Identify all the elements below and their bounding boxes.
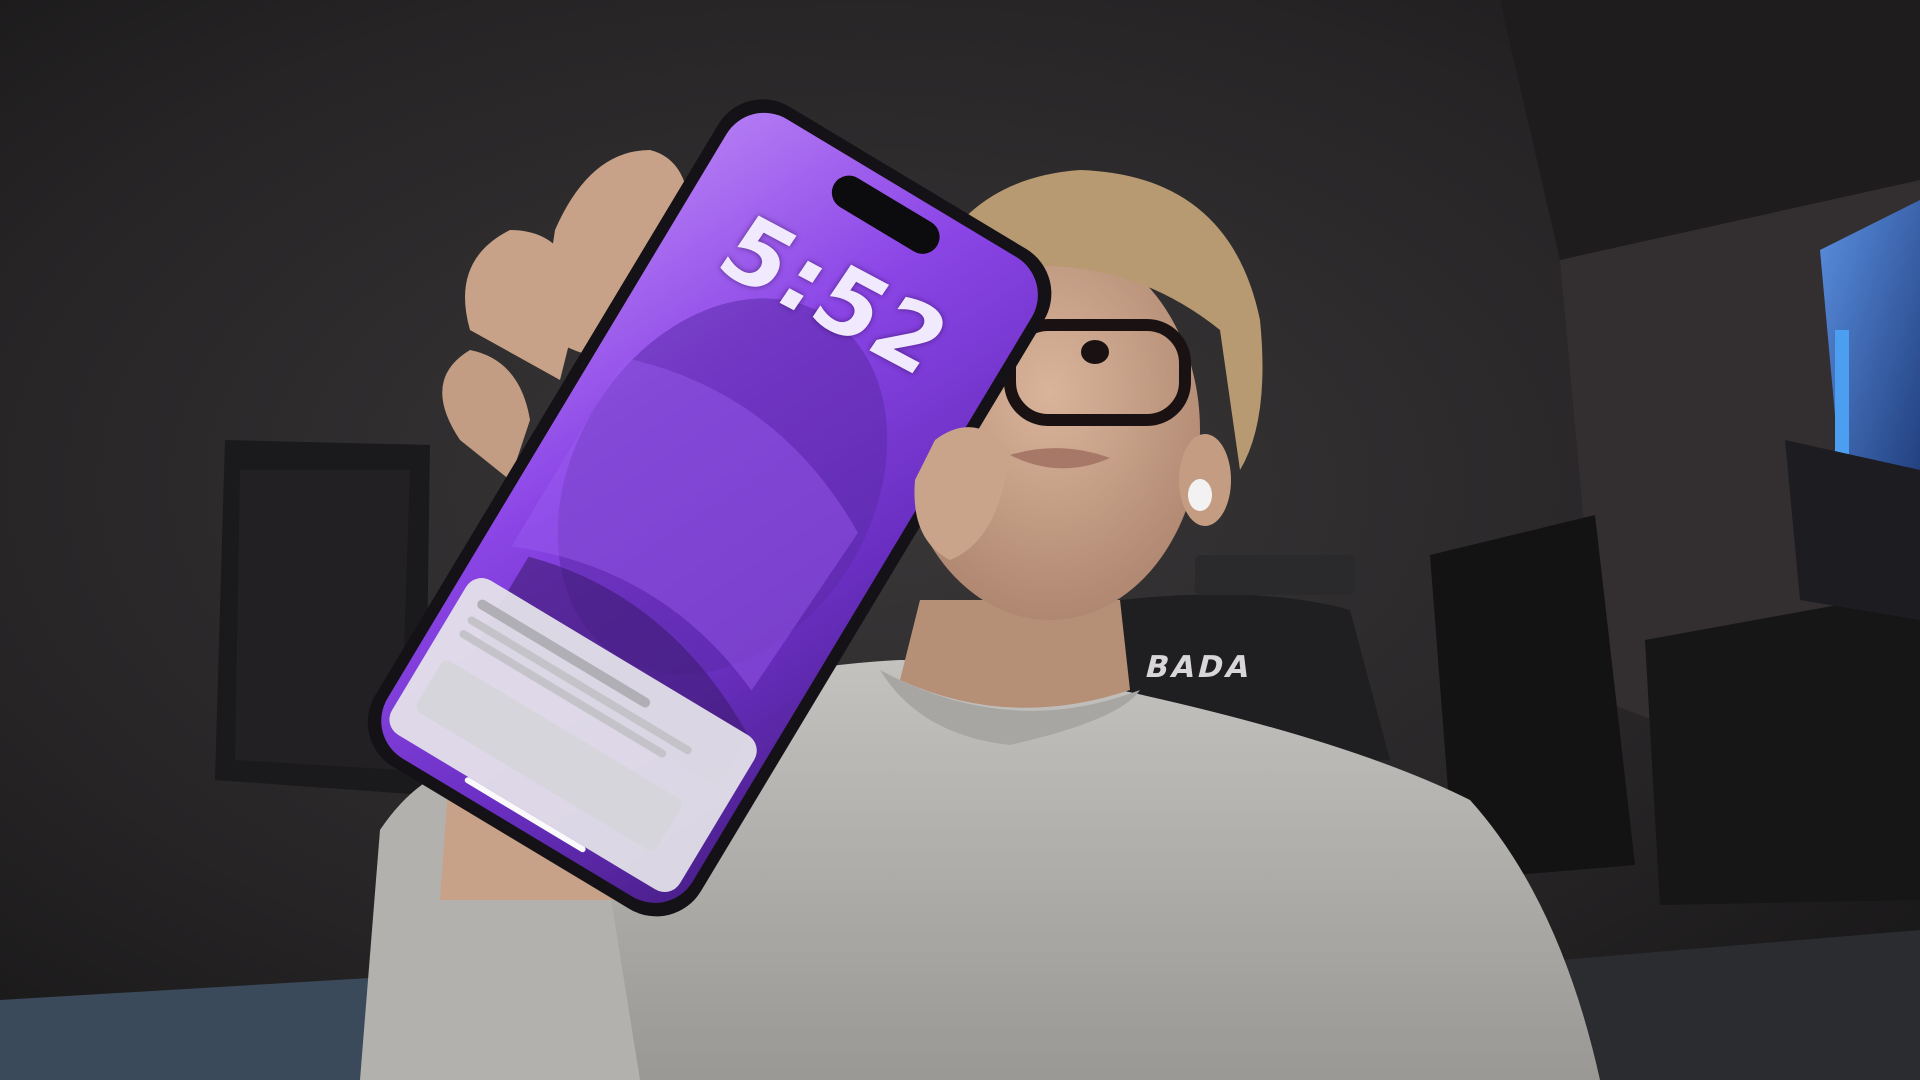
chair-brand-label: BADA [1141,650,1257,685]
photo-illustration [0,0,1920,1080]
webcam-scene: 5:52 BADA [0,0,1920,1080]
